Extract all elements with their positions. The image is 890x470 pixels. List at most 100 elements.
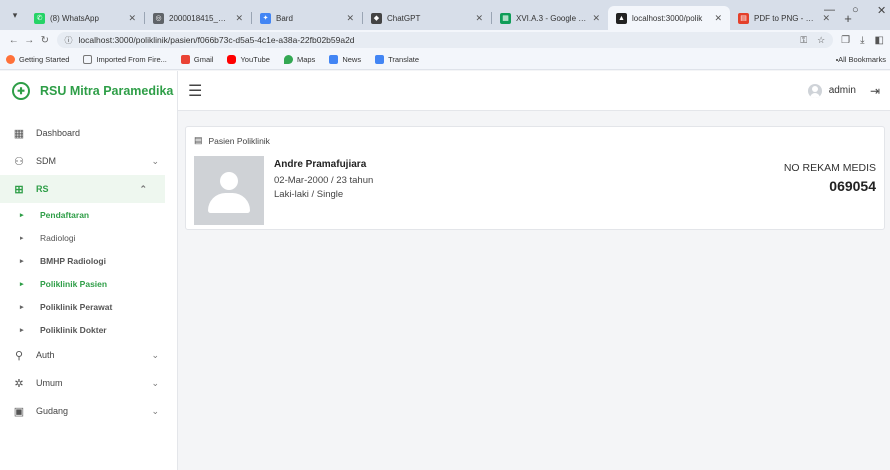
bookmark-translate[interactable]: Translate (375, 55, 419, 64)
tab-title: ChatGPT (387, 13, 421, 23)
main-content: ▤ Pasien Poliklinik Andre Pramafujiara 0… (178, 111, 890, 470)
gear-icon: ✲ (14, 377, 24, 390)
password-key-icon[interactable]: ⚿ (800, 35, 807, 46)
tab-pdf-to-png[interactable]: ▤ PDF to PNG - Conve ✕ (730, 6, 838, 30)
user-name[interactable]: admin (829, 85, 856, 96)
logout-icon[interactable]: ⇥ (870, 84, 880, 98)
submenu-label: Poliklinik Pasien (40, 278, 108, 289)
bookmark-getting-started[interactable]: Getting Started (6, 55, 69, 64)
firefox-icon (6, 55, 15, 64)
patient-photo-placeholder (194, 156, 264, 225)
youtube-icon (227, 55, 237, 64)
avatar[interactable] (807, 83, 822, 98)
sidebar-item-umum[interactable]: ✲ Umum ⌄ (0, 369, 177, 397)
card-header: ▤ Pasien Poliklinik (194, 135, 270, 146)
reload-icon[interactable]: ↻ (37, 35, 53, 46)
close-icon[interactable]: ✕ (592, 13, 600, 24)
sidepanel-icon[interactable]: ◧ (875, 35, 884, 46)
sidebar-menu: ▦ Dashboard ⚇ SDM ⌄ ⊞ RS ⌃ ▸ Pendaftaran… (0, 119, 177, 425)
brand[interactable]: ✚ RSU Mitra Paramedika (0, 71, 177, 111)
chatgpt-icon: ◆ (371, 12, 382, 24)
hospital-icon: ⊞ (14, 183, 24, 196)
tab-title: XVI.A.3 - Google Spr (516, 13, 587, 23)
tab-search-icon[interactable]: ▾ (4, 4, 26, 26)
globe-icon: ◎ (153, 12, 164, 24)
close-icon[interactable]: ✕ (346, 13, 354, 24)
tab-google-sheets[interactable]: ▦ XVI.A.3 - Google Spr ✕ (492, 6, 608, 30)
all-bookmarks-label: All Bookmarks (838, 55, 886, 64)
download-icon[interactable]: ⤓ (860, 35, 864, 46)
id-card-icon: ▤ (194, 135, 203, 145)
hospital-logo-icon: ✚ (12, 82, 30, 100)
tab-chatgpt[interactable]: ◆ ChatGPT ✕ (363, 6, 491, 30)
dashboard-icon: ▦ (13, 127, 25, 140)
all-bookmarks[interactable]: All Bookmarks (836, 55, 886, 64)
bard-icon: ✦ (260, 12, 271, 24)
maps-icon (283, 55, 293, 64)
tab-faqih[interactable]: ◎ 2000018415_Faqih ✕ (145, 6, 251, 30)
app-icon: ▲ (616, 12, 627, 24)
site-info-icon[interactable]: ⓘ (65, 35, 73, 46)
url-text[interactable]: localhost:3000/poliklinik/pasien/f066b73… (79, 35, 791, 45)
bookmark-imported[interactable]: Imported From Fire... (83, 55, 167, 64)
gmail-icon (180, 55, 190, 64)
close-icon[interactable]: ✕ (475, 13, 483, 24)
address-bar-row: ← → ↻ ⓘ localhost:3000/poliklinik/pasien… (0, 30, 890, 50)
bookmark-label: Getting Started (19, 55, 70, 64)
close-icon[interactable]: ✕ (714, 13, 722, 24)
bookmark-label: Gmail (193, 55, 214, 64)
auth-icon: ⚲ (14, 349, 24, 362)
sidebar-item-label: Gudang (36, 406, 69, 416)
whatsapp-icon: ✆ (34, 12, 45, 24)
forward-arrow-icon[interactable]: → (22, 35, 38, 46)
patient-dob-age: 02-Mar-2000 / 23 tahun (274, 175, 374, 186)
submenu-bmhp-radiologi[interactable]: ▸ BMHP Radiologi (0, 249, 177, 272)
chevron-right-icon: ▸ (20, 211, 24, 219)
browser-tab-bar: ▾ ✆ (8) WhatsApp ✕ ◎ 2000018415_Faqih ✕ … (0, 0, 890, 30)
sidebar-item-sdm[interactable]: ⚇ SDM ⌄ (0, 147, 177, 175)
app-topbar: ☰ admin ⇥ (178, 71, 890, 111)
person-head-shape (220, 172, 238, 190)
bookmark-gmail[interactable]: Gmail (180, 55, 214, 64)
users-icon: ⚇ (14, 155, 24, 168)
tab-whatsapp[interactable]: ✆ (8) WhatsApp ✕ (26, 6, 144, 30)
back-arrow-icon[interactable]: ← (6, 35, 22, 46)
restore-icon[interactable]: ○ (852, 4, 859, 16)
sidebar-item-auth[interactable]: ⚲ Auth ⌄ (0, 341, 177, 369)
warehouse-icon: ▣ (13, 405, 25, 418)
submenu-label: BMHP Radiologi (40, 255, 106, 266)
tab-bard[interactable]: ✦ Bard ✕ (252, 6, 362, 30)
bookmark-maps[interactable]: Maps (283, 55, 315, 64)
window-close-icon[interactable]: ✕ (877, 4, 886, 17)
bookmark-news[interactable]: News (329, 55, 361, 64)
tab-title: (8) WhatsApp (50, 13, 99, 23)
submenu-poliklinik-pasien[interactable]: ▸ Poliklinik Pasien (0, 272, 177, 295)
submenu-poliklinik-dokter[interactable]: ▸ Poliklinik Dokter (0, 318, 177, 341)
sidebar-item-rs[interactable]: ⊞ RS ⌃ (0, 175, 165, 203)
sidebar-item-gudang[interactable]: ▣ Gudang ⌄ (0, 397, 177, 425)
submenu-radiologi[interactable]: ▸ Radiologi (0, 226, 177, 249)
extensions-icon[interactable]: ❐ (841, 35, 850, 46)
hamburger-menu-icon[interactable]: ☰ (188, 81, 202, 101)
close-icon[interactable]: ✕ (235, 13, 243, 24)
submenu-pendaftaran[interactable]: ▸ Pendaftaran (0, 203, 177, 226)
minimize-icon[interactable]: — (824, 4, 835, 16)
tab-localhost-active[interactable]: ▲ localhost:3000/polik ✕ (608, 6, 730, 30)
url-bar[interactable]: ⓘ localhost:3000/poliklinik/pasien/f066b… (56, 32, 834, 48)
tab-title: PDF to PNG - Conve (754, 13, 816, 23)
close-icon[interactable]: ✕ (128, 13, 136, 24)
bookmark-youtube[interactable]: YouTube (227, 55, 270, 64)
sidebar-item-dashboard[interactable]: ▦ Dashboard (0, 119, 177, 147)
chevron-right-icon: ▸ (20, 303, 24, 311)
tab-title: 2000018415_Faqih (169, 13, 229, 23)
bookmark-star-icon[interactable]: ☆ (817, 35, 825, 46)
patient-name: Andre Pramafujiara (274, 159, 367, 170)
pdf-icon: ▤ (738, 12, 749, 24)
sidebar-item-label: RS (36, 184, 49, 194)
sidebar-item-label: Dashboard (36, 128, 81, 138)
brand-name: RSU Mitra Paramedika (40, 84, 174, 98)
sidebar-item-label: Auth (36, 350, 55, 360)
submenu-poliklinik-perawat[interactable]: ▸ Poliklinik Perawat (0, 295, 177, 318)
chevron-right-icon: ▸ (20, 234, 24, 242)
tab-title: localhost:3000/polik (632, 13, 703, 23)
